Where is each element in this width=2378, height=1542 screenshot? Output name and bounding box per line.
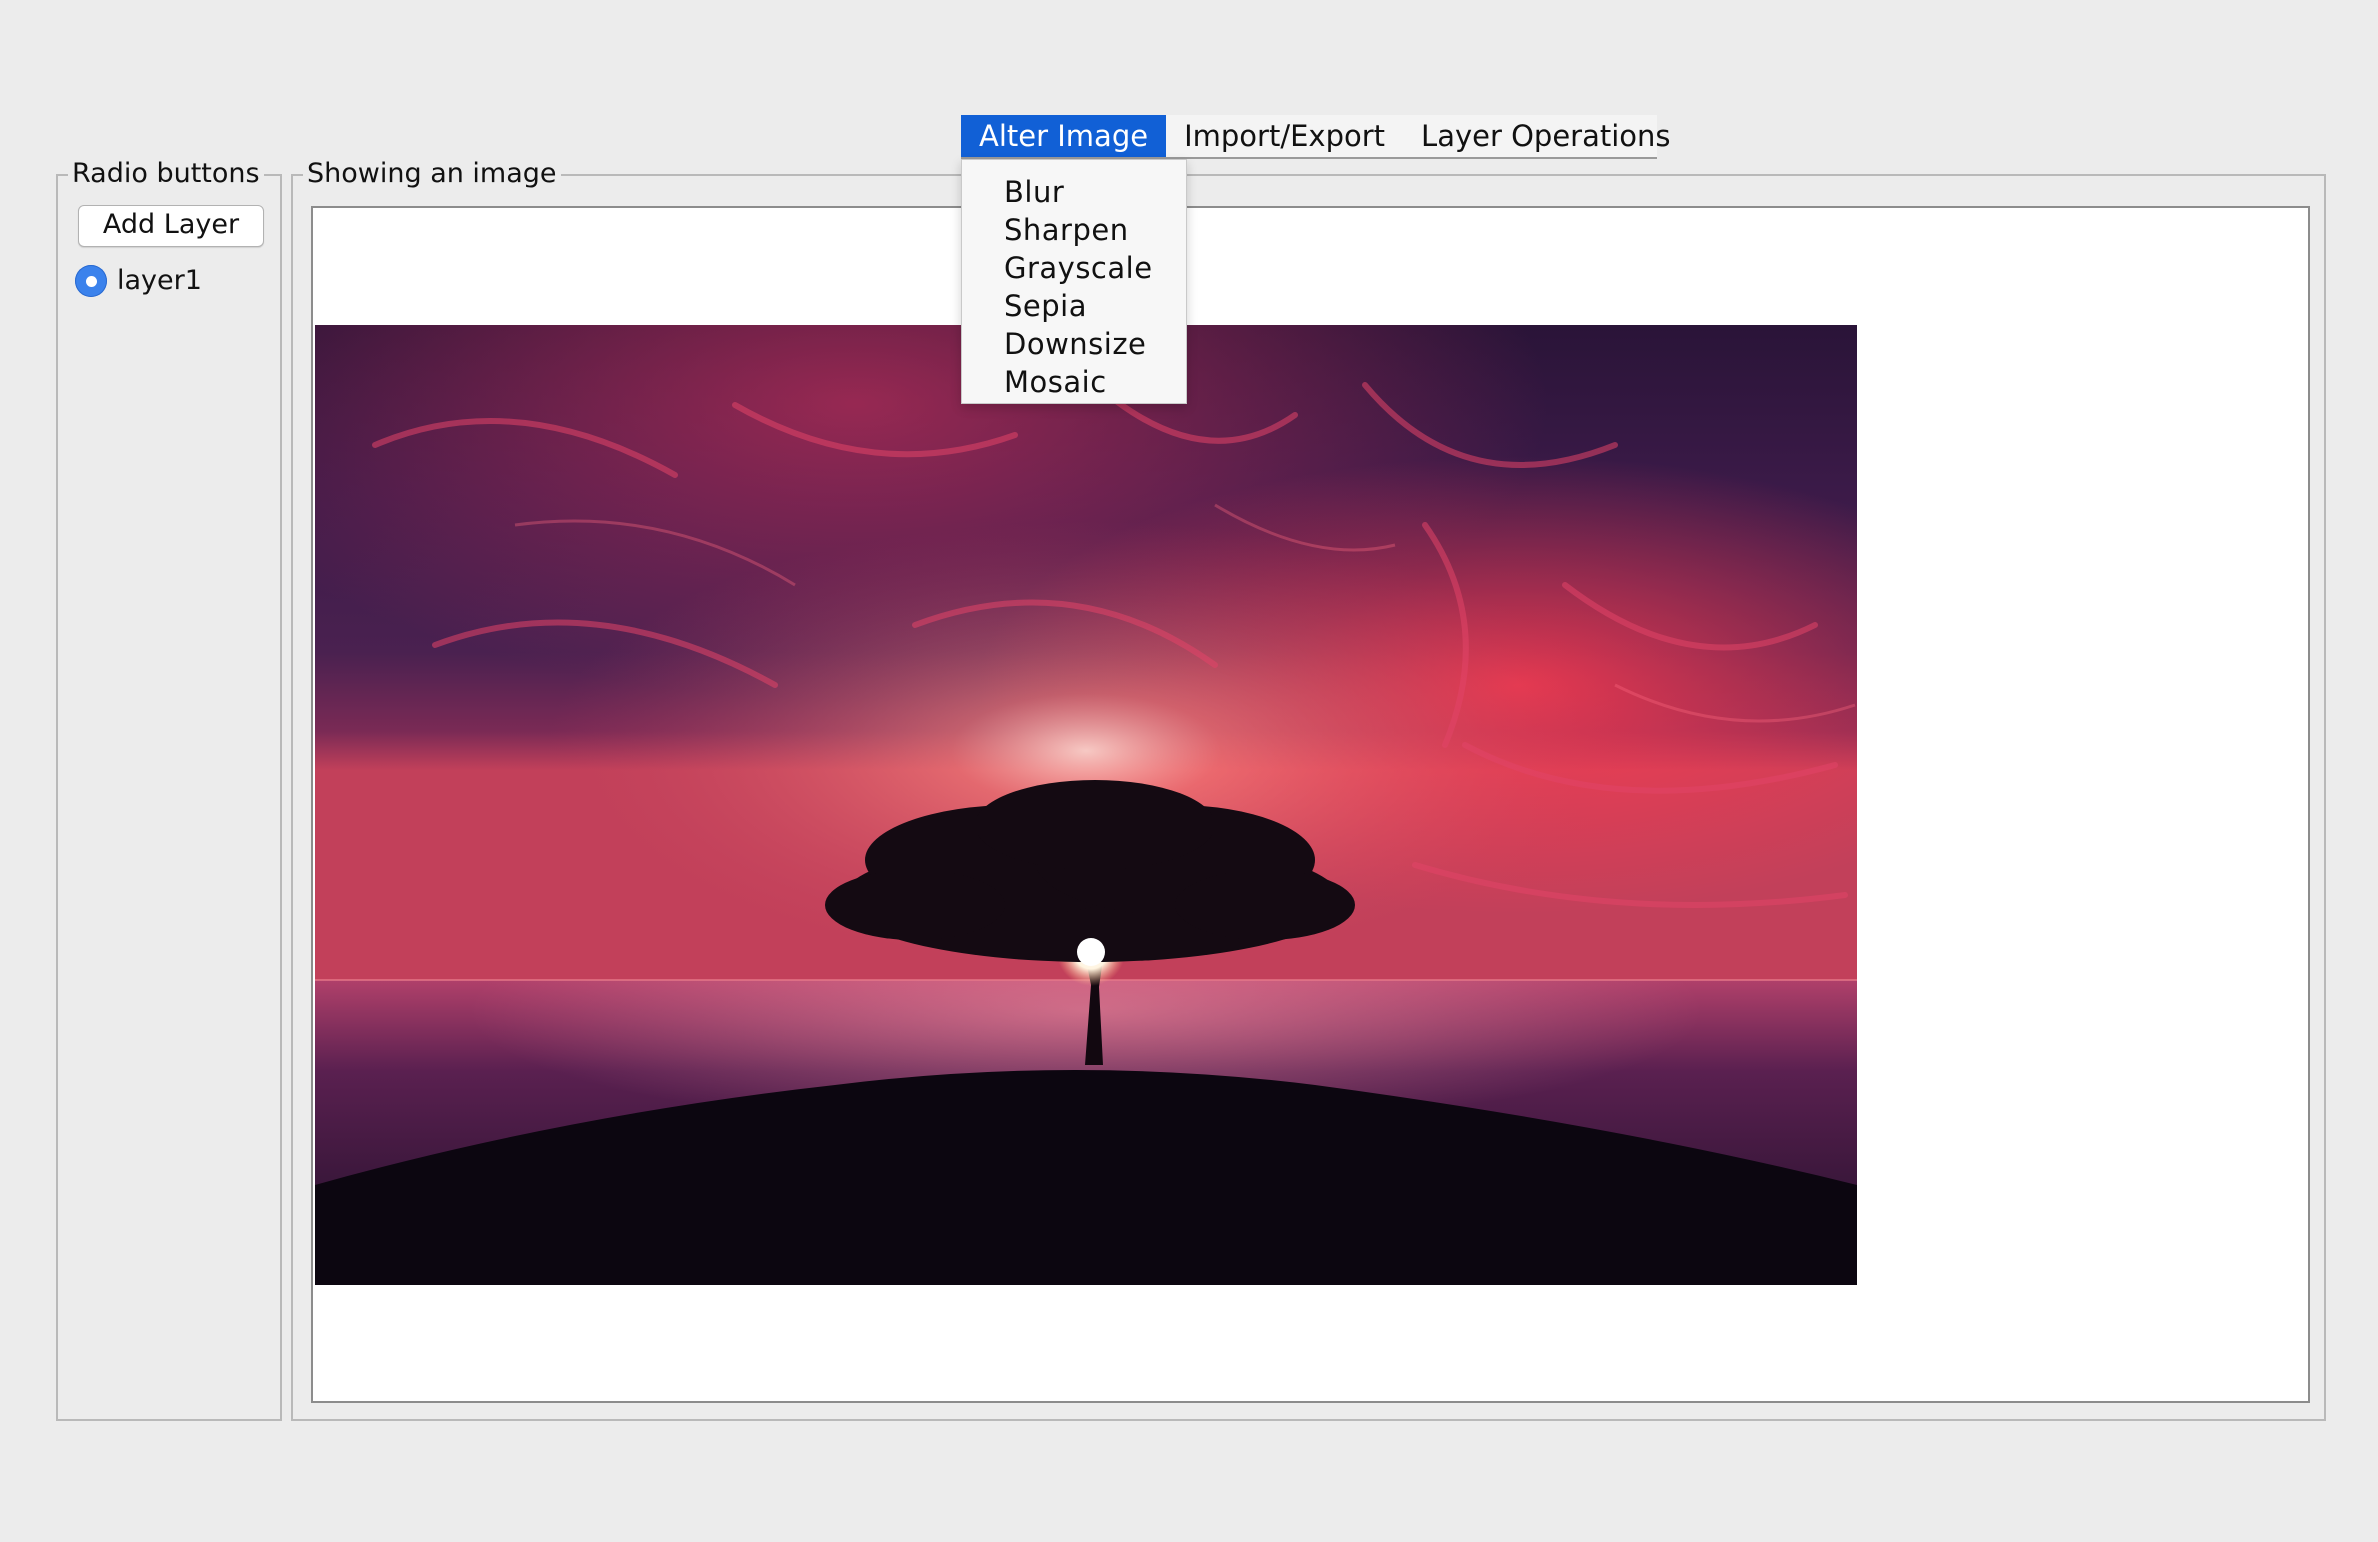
menu-bar: Alter Image Import/Export Layer Operatio… xyxy=(961,115,1671,159)
layer-radio-label: layer1 xyxy=(117,265,202,296)
layer-radio-button[interactable] xyxy=(75,265,107,297)
radio-buttons-panel-title: Radio buttons xyxy=(68,156,264,192)
menu-item-grayscale[interactable]: Grayscale xyxy=(962,249,1186,287)
menu-item-mosaic[interactable]: Mosaic xyxy=(962,363,1186,401)
layer-radio-row[interactable]: layer1 xyxy=(75,263,202,299)
app-window: Alter Image Import/Export Layer Operatio… xyxy=(0,0,2378,1542)
radio-buttons-panel: Radio buttons Add Layer layer1 xyxy=(56,156,282,1421)
alter-image-dropdown: Blur Sharpen Grayscale Sepia Downsize Mo… xyxy=(961,159,1187,404)
menu-layer-operations[interactable]: Layer Operations xyxy=(1403,115,1689,157)
menu-import-export[interactable]: Import/Export xyxy=(1166,115,1403,157)
radio-selected-dot xyxy=(85,275,97,287)
menu-item-sepia[interactable]: Sepia xyxy=(962,287,1186,325)
image-panel: Showing an image xyxy=(291,156,2326,1421)
photo-icon xyxy=(315,325,1857,1285)
menu-alter-image[interactable]: Alter Image xyxy=(961,115,1167,157)
menu-item-sharpen[interactable]: Sharpen xyxy=(962,211,1186,249)
image-panel-title: Showing an image xyxy=(303,156,561,192)
image-canvas[interactable] xyxy=(311,206,2310,1403)
menu-item-downsize[interactable]: Downsize xyxy=(962,325,1186,363)
menu-item-blur[interactable]: Blur xyxy=(962,173,1186,211)
add-layer-button[interactable]: Add Layer xyxy=(78,205,264,247)
